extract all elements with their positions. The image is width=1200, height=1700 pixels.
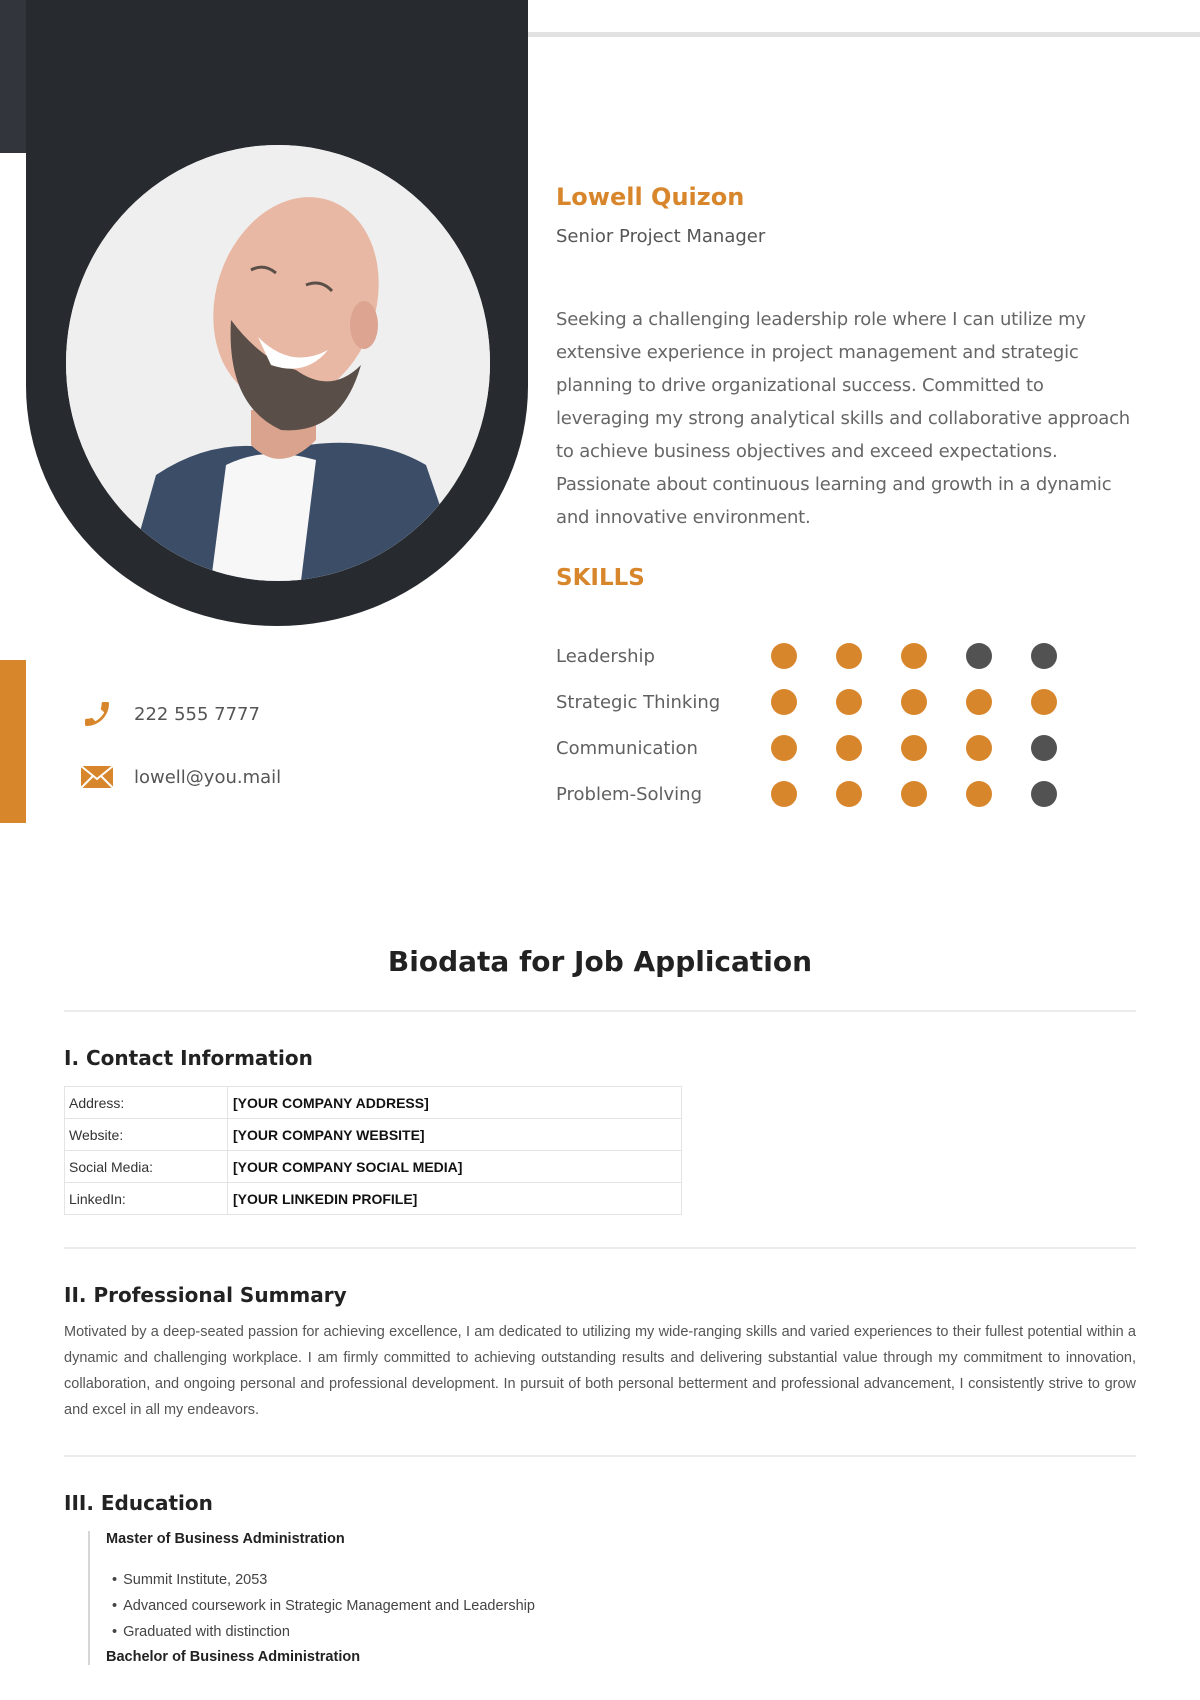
rating-dot-filled	[901, 689, 927, 715]
bullet-icon: •	[112, 1598, 118, 1614]
skill-row: Communication	[556, 733, 1096, 763]
skill-rating	[771, 735, 1096, 761]
rating-dot-filled	[836, 643, 862, 669]
rating-dot-filled	[836, 781, 862, 807]
rating-dot-filled	[901, 781, 927, 807]
rating-dot-filled	[836, 735, 862, 761]
rating-dot-empty	[1031, 781, 1057, 807]
list-item: • Graduated with distinction	[106, 1619, 1136, 1645]
contact-email: lowell@you.mail	[80, 761, 281, 793]
rating-dot-filled	[836, 689, 862, 715]
field-value: [YOUR COMPANY ADDRESS]	[227, 1086, 682, 1119]
skill-rating	[771, 643, 1096, 669]
rating-dot-filled	[966, 689, 992, 715]
skill-rating	[771, 689, 1096, 715]
profile-photo	[66, 145, 490, 581]
rating-dot-filled	[771, 689, 797, 715]
field-value: [YOUR COMPANY WEBSITE]	[227, 1118, 682, 1151]
rating-dot-filled	[966, 735, 992, 761]
contact-phone: 222 555 7777	[80, 698, 260, 730]
list-item: • Advanced coursework in Strategic Manage…	[106, 1593, 1136, 1619]
accent-bar	[0, 660, 26, 823]
skill-label: Strategic Thinking	[556, 691, 721, 713]
degree-details: • Summit Institute, 2053 • Advanced coursew…	[106, 1567, 1136, 1645]
list-item-text: Summit Institute, 2053	[123, 1572, 268, 1588]
section-title-education: III. Education	[64, 1491, 213, 1515]
rating-dot-filled	[771, 781, 797, 807]
degree-title: Bachelor of Business Administration	[106, 1649, 361, 1665]
skill-label: Communication	[556, 737, 698, 759]
rating-dot-filled	[771, 735, 797, 761]
header-divider	[528, 32, 1200, 37]
document-title: Biodata for Job Application	[387, 945, 813, 978]
rating-dot-empty	[1031, 735, 1057, 761]
divider	[64, 1455, 1136, 1457]
degree-title: Master of Business Administration	[106, 1531, 345, 1547]
field-label: LinkedIn:	[64, 1182, 228, 1215]
field-label: Social Media:	[64, 1150, 228, 1183]
rating-dot-filled	[966, 781, 992, 807]
envelope-icon	[80, 761, 116, 793]
table-row: Social Media: [YOUR COMPANY SOCIAL MEDIA]	[64, 1150, 682, 1183]
professional-summary-text: Motivated by a deep-seated passion for a…	[64, 1324, 1136, 1418]
divider	[64, 1010, 1136, 1012]
rating-dot-filled	[901, 643, 927, 669]
table-row: LinkedIn: [YOUR LINKEDIN PROFILE]	[64, 1182, 682, 1215]
rating-dot-filled	[771, 643, 797, 669]
skill-rating	[771, 781, 1096, 807]
education-list: Master of Business Administration • Summit…	[88, 1531, 1136, 1665]
bullet-icon: •	[112, 1624, 118, 1640]
rating-dot-filled	[901, 735, 927, 761]
section-title-contact: I. Contact Information	[64, 1046, 313, 1070]
skill-label: Problem-Solving	[556, 783, 703, 805]
divider	[64, 1247, 1136, 1249]
skills-heading: SKILLS	[556, 565, 645, 591]
skill-row: Leadership	[556, 641, 1096, 671]
list-item-text: Graduated with distinction	[123, 1624, 290, 1640]
skill-row: Problem-Solving	[556, 779, 1096, 809]
rating-dot-empty	[1031, 643, 1057, 669]
table-row: Address: [YOUR COMPANY ADDRESS]	[64, 1086, 682, 1119]
rating-dot-filled	[1031, 689, 1057, 715]
field-label: Website:	[64, 1118, 228, 1151]
field-value: [YOUR COMPANY SOCIAL MEDIA]	[227, 1150, 682, 1183]
bullet-icon: •	[112, 1572, 118, 1588]
skill-row: Strategic Thinking	[556, 687, 1096, 717]
list-item-text: Advanced coursework in Strategic Managem…	[123, 1598, 535, 1614]
career-objective: Seeking a challenging leadership role wh…	[556, 309, 1131, 528]
contact-info-table: Address: [YOUR COMPANY ADDRESS] Website: [Y…	[64, 1086, 682, 1215]
table-row: Website: [YOUR COMPANY WEBSITE]	[64, 1118, 682, 1151]
left-dark-strip	[0, 0, 26, 153]
email-address: lowell@you.mail	[134, 766, 282, 788]
biodata-document: Biodata for Job Application I. Contact I…	[64, 940, 1136, 1665]
portrait-illustration	[66, 145, 490, 581]
field-value: [YOUR LINKEDIN PROFILE]	[227, 1182, 682, 1215]
field-label: Address:	[64, 1086, 228, 1119]
candidate-name: Lowell Quizon	[556, 183, 745, 211]
phone-number: 222 555 7777	[134, 703, 260, 725]
skill-label: Leadership	[556, 645, 655, 667]
section-title-summary: II. Professional Summary	[64, 1283, 347, 1307]
phone-icon	[80, 698, 116, 730]
list-item: • Summit Institute, 2053	[106, 1567, 1136, 1593]
candidate-role: Senior Project Manager	[556, 226, 766, 247]
rating-dot-empty	[966, 643, 992, 669]
